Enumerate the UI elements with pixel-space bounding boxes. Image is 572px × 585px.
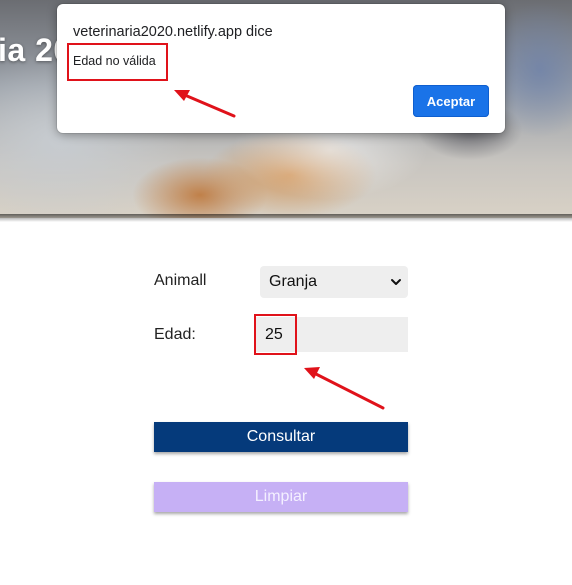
arrow-to-value-head xyxy=(304,367,320,379)
animal-select-value: Granja xyxy=(269,273,318,290)
animal-label: Animall xyxy=(154,272,207,289)
dialog-origin: veterinaria2020.netlify.app dice xyxy=(73,24,273,40)
limpiar-button[interactable]: Limpiar xyxy=(154,482,408,512)
banner-shadow xyxy=(0,214,572,222)
animal-select[interactable]: Granja xyxy=(260,266,408,298)
chevron-down-icon xyxy=(390,275,402,293)
arrow-to-value xyxy=(310,370,385,410)
consultar-button[interactable]: Consultar xyxy=(154,422,408,452)
accept-button[interactable]: Aceptar xyxy=(413,85,489,117)
value-highlight-box xyxy=(254,314,297,355)
edad-label: Edad: xyxy=(154,326,196,343)
message-highlight-box xyxy=(67,43,168,81)
